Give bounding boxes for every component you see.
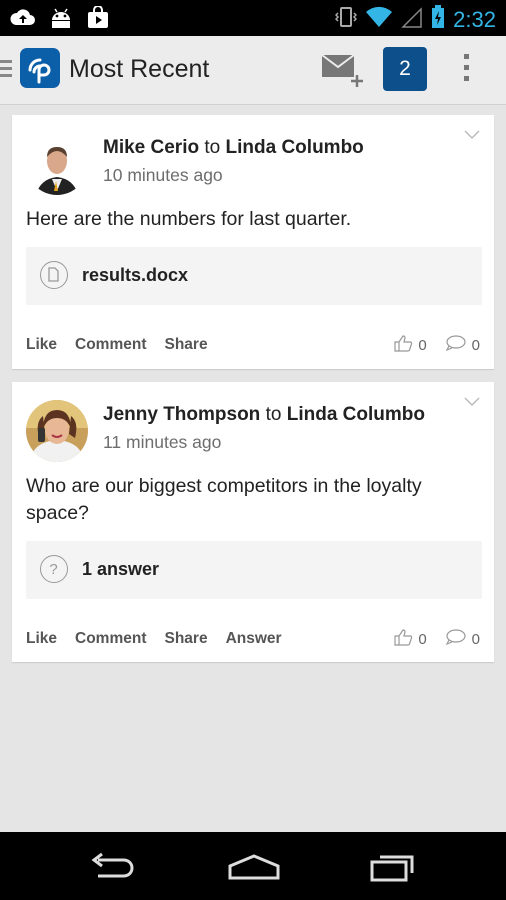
like-count[interactable]: 0 bbox=[393, 628, 427, 650]
to-word: to bbox=[265, 404, 282, 425]
comment-count[interactable]: 0 bbox=[445, 334, 480, 356]
app-logo-icon[interactable] bbox=[20, 48, 60, 88]
attachment[interactable]: results.docx bbox=[26, 247, 482, 305]
feed-card: Mike Cerio to Linda Columbo 10 minutes a… bbox=[12, 115, 494, 369]
post-time: 10 minutes ago bbox=[103, 165, 223, 185]
navigation-bar bbox=[0, 832, 506, 900]
post-counts: 0 0 bbox=[393, 627, 480, 651]
menu-icon[interactable] bbox=[0, 60, 12, 78]
notification-badge[interactable]: 2 bbox=[383, 47, 427, 91]
answers-link[interactable]: ? 1 answer bbox=[26, 541, 482, 599]
post-text: Who are our biggest competitors in the l… bbox=[26, 475, 422, 524]
post-actions: Like Comment Share Answer bbox=[26, 630, 282, 654]
question-icon: ? bbox=[40, 555, 68, 583]
comment-button[interactable]: Comment bbox=[75, 630, 146, 654]
speech-bubble-icon bbox=[445, 628, 467, 650]
recipient-name[interactable]: Linda Columbo bbox=[287, 404, 425, 425]
feed-card: Jenny Thompson to Linda Columbo 11 minut… bbox=[12, 382, 494, 662]
page-title: Most Recent bbox=[69, 55, 210, 83]
to-word: to bbox=[204, 137, 221, 158]
avatar[interactable] bbox=[26, 133, 88, 195]
vibrate-icon bbox=[335, 5, 358, 34]
post-meta: Jenny Thompson to Linda Columbo 11 minut… bbox=[103, 404, 425, 453]
back-icon[interactable] bbox=[88, 852, 138, 885]
overflow-menu-icon[interactable] bbox=[460, 54, 472, 86]
post-meta: Mike Cerio to Linda Columbo 10 minutes a… bbox=[103, 137, 364, 186]
svg-text:?: ? bbox=[49, 561, 57, 578]
author-name[interactable]: Mike Cerio bbox=[103, 137, 199, 158]
action-bar: Most Recent 2 bbox=[0, 36, 506, 105]
attachment-label: results.docx bbox=[82, 265, 189, 285]
home-icon[interactable] bbox=[226, 852, 282, 885]
avatar[interactable] bbox=[26, 400, 88, 462]
like-button[interactable]: Like bbox=[26, 630, 57, 654]
signal-icon bbox=[401, 5, 423, 34]
new-message-icon[interactable] bbox=[319, 50, 369, 90]
post-counts: 0 0 bbox=[393, 333, 480, 357]
document-icon bbox=[40, 261, 68, 289]
share-button[interactable]: Share bbox=[165, 336, 208, 360]
status-time: 2:32 bbox=[453, 6, 496, 32]
recents-icon[interactable] bbox=[368, 852, 418, 887]
answers-label: 1 answer bbox=[82, 559, 160, 579]
post-time: 11 minutes ago bbox=[103, 432, 222, 452]
comment-count[interactable]: 0 bbox=[445, 628, 480, 650]
cloud-upload-icon bbox=[10, 6, 36, 35]
shop-bag-icon bbox=[86, 5, 110, 35]
thumbs-up-icon bbox=[393, 334, 413, 356]
status-bar: 2:32 bbox=[0, 0, 506, 36]
author-name[interactable]: Jenny Thompson bbox=[103, 404, 260, 425]
answer-button[interactable]: Answer bbox=[226, 630, 282, 654]
chevron-down-icon[interactable] bbox=[464, 394, 480, 407]
android-icon bbox=[48, 6, 74, 35]
like-button[interactable]: Like bbox=[26, 336, 57, 360]
like-count[interactable]: 0 bbox=[393, 334, 427, 356]
thumbs-up-icon bbox=[393, 628, 413, 650]
chevron-down-icon[interactable] bbox=[464, 127, 480, 140]
battery-charging-icon bbox=[431, 5, 445, 34]
wifi-icon bbox=[365, 5, 393, 34]
recipient-name[interactable]: Linda Columbo bbox=[226, 137, 364, 158]
speech-bubble-icon bbox=[445, 334, 467, 356]
post-text: Here are the numbers for last quarter. bbox=[26, 208, 352, 230]
comment-button[interactable]: Comment bbox=[75, 336, 146, 360]
post-actions: Like Comment Share bbox=[26, 336, 208, 360]
share-button[interactable]: Share bbox=[165, 630, 208, 654]
